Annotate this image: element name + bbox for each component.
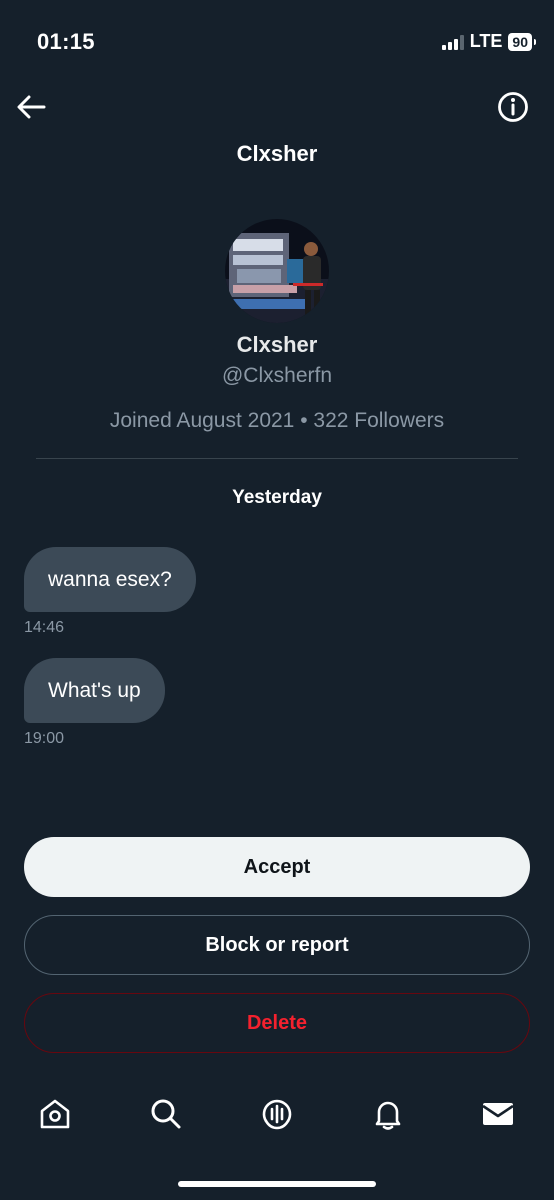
info-icon <box>498 92 528 122</box>
info-button[interactable] <box>496 90 530 124</box>
status-time: 01:15 <box>37 29 95 54</box>
block-or-report-button[interactable]: Block or report <box>24 915 530 975</box>
tab-spaces[interactable] <box>249 1086 305 1142</box>
divider <box>36 458 518 459</box>
home-indicator <box>178 1181 376 1187</box>
tab-home[interactable] <box>27 1086 83 1142</box>
accept-button[interactable]: Accept <box>24 837 530 897</box>
delete-button[interactable]: Delete <box>24 993 530 1053</box>
tab-notifications[interactable] <box>360 1086 416 1142</box>
profile-meta: Joined August 2021 • 322 Followers <box>109 409 445 432</box>
message-bubble[interactable]: wanna esex? <box>24 547 196 612</box>
notifications-icon <box>375 1101 401 1130</box>
spaces-icon <box>262 1099 292 1130</box>
back-button[interactable] <box>14 90 48 124</box>
arrow-left-icon <box>17 95 46 119</box>
profile-handle: @Clxsherfn <box>221 364 332 387</box>
message-time: 14:46 <box>24 619 65 636</box>
messages-icon <box>482 1103 514 1125</box>
message-bubble[interactable]: What's up <box>24 658 165 723</box>
search-icon <box>151 1099 181 1129</box>
home-icon <box>40 1099 70 1129</box>
tab-search[interactable] <box>138 1086 194 1142</box>
network-type: LTE <box>469 31 503 51</box>
bottom-tab-bar <box>0 1086 554 1142</box>
profile-name: Clxsher <box>236 332 318 357</box>
tab-messages[interactable] <box>470 1086 526 1142</box>
avatar[interactable] <box>225 219 329 323</box>
status-bar: 01:15 LTE 90 <box>0 0 554 80</box>
message-time: 19:00 <box>24 730 65 747</box>
date-separator: Yesterday <box>232 487 322 508</box>
signal-icon <box>441 34 464 50</box>
conversation-title: Clxsher <box>236 141 318 166</box>
battery-icon: 90 <box>508 32 536 51</box>
status-indicators: LTE 90 <box>441 31 536 52</box>
